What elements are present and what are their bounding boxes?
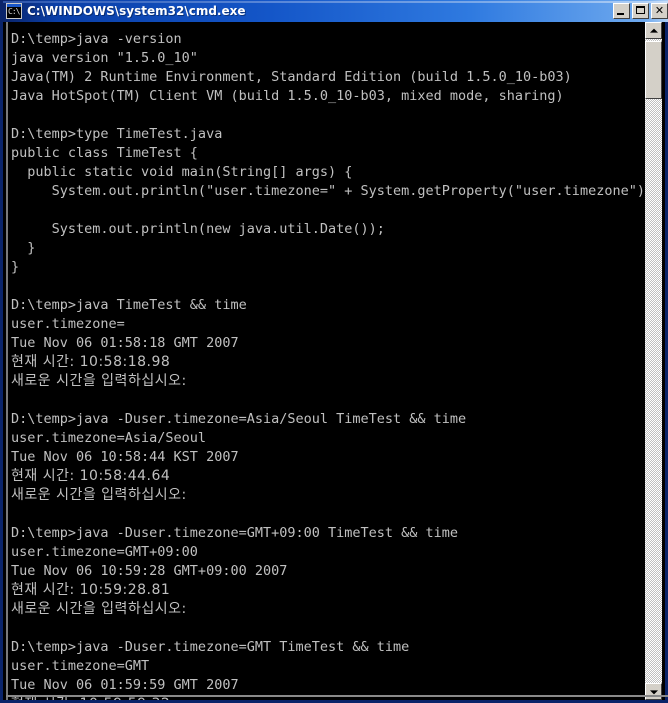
console-line: 새로운 시간을 입력하십시오: — [11, 601, 187, 617]
close-icon: ✕ — [654, 4, 665, 17]
console-line: } — [11, 240, 36, 256]
console-line: Tue Nov 06 10:58:44 KST 2007 — [11, 449, 239, 465]
console-line: System.out.println("user.timezone=" + Sy… — [11, 183, 651, 199]
console-line: D:\temp>java -Duser.timezone=GMT TimeTes… — [11, 639, 410, 655]
scroll-down-button[interactable] — [645, 683, 662, 700]
vertical-scrollbar[interactable] — [645, 22, 662, 700]
scrollbar-thumb[interactable] — [645, 41, 662, 99]
client-bevel-bottom — [6, 695, 668, 697]
console-line: D:\temp>type TimeTest.java — [11, 126, 223, 142]
console-line: public class TimeTest { — [11, 145, 198, 161]
console-line: D:\temp>java -Duser.timezone=GMT+09:00 T… — [11, 525, 459, 541]
console-line: Java(TM) 2 Runtime Environment, Standard… — [11, 69, 572, 85]
close-button[interactable]: ✕ — [651, 3, 668, 19]
console-line-list: D:\temp>java -version java version "1.5.0… — [11, 30, 651, 700]
console-line: D:\temp>java TimeTest && time — [11, 297, 247, 313]
console-line: 새로운 시간을 입력하십시오: — [11, 487, 187, 503]
window-title: C:\WINDOWS\system32\cmd.exe — [27, 4, 246, 18]
console-line: D:\temp>java -Duser.timezone=Asia/Seoul … — [11, 411, 467, 427]
console-line: } — [11, 259, 20, 275]
console-line: java version "1.5.0_10" — [11, 50, 198, 66]
console-line: Java HotSpot(TM) Client VM (build 1.5.0_… — [11, 88, 564, 104]
cmd-console-icon[interactable]: C:\ — [6, 3, 22, 19]
console-line: Tue Nov 06 01:59:59 GMT 2007 — [11, 677, 239, 693]
console-line: user.timezone= — [11, 316, 125, 332]
maximize-icon — [636, 6, 645, 14]
minimize-button[interactable] — [613, 3, 630, 19]
console-line: 현재 시간: 10:58:44.64 — [11, 468, 171, 484]
title-bar[interactable]: C:\ C:\WINDOWS\system32\cmd.exe ✕ — [3, 0, 668, 22]
scroll-up-button[interactable] — [645, 22, 662, 39]
console-line: user.timezone=GMT — [11, 658, 150, 674]
cmd-window: C:\ C:\WINDOWS\system32\cmd.exe ✕ D:\tem… — [0, 0, 668, 703]
chevron-down-icon — [649, 689, 658, 694]
console-line: D:\temp>java -version — [11, 31, 182, 47]
chevron-up-icon — [649, 28, 658, 33]
icon-glyph-label: C:\ — [8, 7, 20, 16]
title-bar-highlight — [3, 1, 668, 3]
maximize-button[interactable] — [632, 3, 649, 19]
console-line: user.timezone=Asia/Seoul — [11, 430, 207, 446]
console-line: Tue Nov 06 01:58:18 GMT 2007 — [11, 335, 239, 351]
minimize-icon — [617, 13, 624, 15]
console-line: Tue Nov 06 10:59:28 GMT+09:00 2007 — [11, 563, 288, 579]
client-bevel-left — [6, 22, 8, 700]
console-output-area[interactable]: D:\temp>java -version java version "1.5.0… — [6, 22, 651, 700]
console-line: public static void main(String[] args) { — [11, 164, 353, 180]
console-line: 현재 시간: 10:58:18.98 — [11, 354, 171, 370]
console-line: 현재 시간: 10:59:28.81 — [11, 582, 171, 598]
console-line: 새로운 시간을 입력하십시오: — [11, 373, 187, 389]
console-line: System.out.println(new java.util.Date())… — [11, 221, 385, 237]
console-line: user.timezone=GMT+09:00 — [11, 544, 198, 560]
window-controls: ✕ — [613, 3, 668, 19]
